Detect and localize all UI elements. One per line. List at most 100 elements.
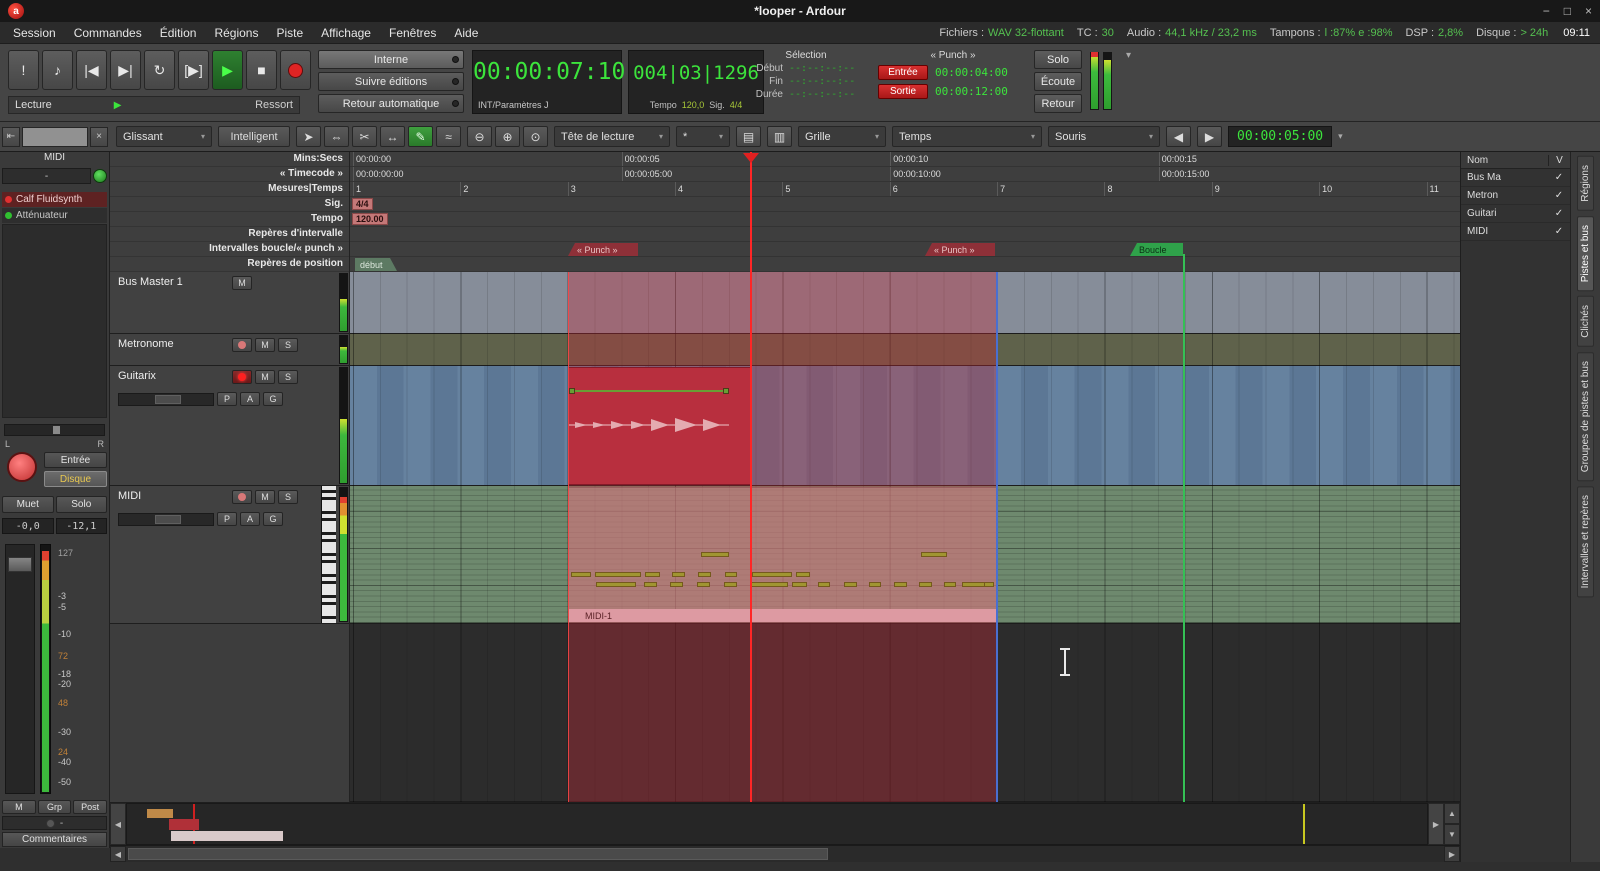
sync-source-button[interactable]: Interne bbox=[318, 50, 464, 69]
audition-button[interactable]: Écoute bbox=[1034, 72, 1082, 91]
midi-note[interactable] bbox=[792, 582, 807, 587]
hscroll-thumb[interactable] bbox=[128, 848, 828, 860]
strip-blank-button[interactable] bbox=[22, 127, 88, 147]
track-gain-slider[interactable] bbox=[118, 393, 214, 406]
group-button[interactable]: Grp bbox=[38, 800, 72, 814]
stretch-tool-button[interactable]: ↔ bbox=[380, 126, 405, 147]
minimize-button[interactable]: − bbox=[1543, 4, 1550, 18]
midi-note[interactable] bbox=[869, 582, 881, 587]
punch-in-time[interactable]: 00:00:04:00 bbox=[935, 66, 1008, 79]
ruler-location-markers[interactable]: début bbox=[350, 257, 1460, 272]
name-column-header[interactable]: Nom bbox=[1461, 155, 1548, 166]
track-s-button[interactable]: S bbox=[278, 370, 298, 384]
audio-region-guitarix[interactable] bbox=[568, 367, 751, 485]
monitor-disk-button[interactable]: Disque bbox=[44, 471, 107, 487]
nudge-backward-button[interactable]: ◀ bbox=[1166, 126, 1191, 147]
menu-session[interactable]: Session bbox=[4, 24, 65, 42]
midi-note[interactable] bbox=[984, 582, 994, 587]
midi-region[interactable]: MIDI-1 bbox=[568, 487, 997, 623]
track-s-button[interactable]: S bbox=[278, 338, 298, 352]
fader-handle[interactable] bbox=[8, 557, 32, 572]
track-m-button[interactable]: M bbox=[255, 370, 275, 384]
auto-return-button[interactable]: Retour automatique bbox=[318, 94, 464, 113]
location-marker[interactable]: début bbox=[355, 258, 397, 271]
play-button[interactable]: ▶ bbox=[212, 50, 243, 90]
summary-scroll-left-button[interactable]: ◀ bbox=[110, 803, 126, 845]
track-g-button[interactable]: G bbox=[263, 392, 283, 406]
maximize-button[interactable]: □ bbox=[1564, 4, 1571, 18]
nudge-clock[interactable]: 00:00:05:00 bbox=[1228, 126, 1332, 147]
midi-note[interactable] bbox=[818, 582, 830, 587]
strip-close-button[interactable]: × bbox=[90, 127, 108, 147]
midi-note[interactable] bbox=[921, 552, 947, 557]
zoom-focus-select[interactable]: Tête de lecture▾ bbox=[554, 126, 670, 147]
track-s-button[interactable]: S bbox=[278, 490, 298, 504]
record-arm-button[interactable] bbox=[232, 338, 252, 352]
track-p-button[interactable]: P bbox=[217, 392, 237, 406]
summary-overview[interactable] bbox=[126, 803, 1428, 845]
midi-note[interactable] bbox=[894, 582, 907, 587]
gain-fader[interactable] bbox=[5, 544, 35, 794]
ruler-range-markers[interactable] bbox=[350, 227, 1460, 242]
processor-attenuateur[interactable]: Atténuateur bbox=[2, 208, 107, 223]
range-tool-button[interactable]: ⇔ bbox=[324, 126, 349, 147]
punch-marker[interactable]: « Punch » bbox=[925, 243, 995, 256]
zoom-out-button[interactable]: ⊖ bbox=[467, 126, 492, 147]
meter-point-button[interactable]: Post bbox=[73, 800, 107, 814]
punch-out-time[interactable]: 00:00:12:00 bbox=[935, 85, 1008, 98]
ruler-loop-punch[interactable]: « Punch »« Punch »Boucle bbox=[350, 242, 1460, 257]
record-arm-button[interactable] bbox=[232, 370, 252, 384]
punch-in-button[interactable]: Entrée bbox=[878, 65, 928, 80]
editor-canvas[interactable]: 00:00:0000:00:0500:00:1000:00:15 00:00:0… bbox=[350, 152, 1460, 802]
draw-tool-button[interactable]: ✎ bbox=[408, 126, 433, 147]
menu-affichage[interactable]: Affichage bbox=[312, 24, 380, 42]
mute-button[interactable]: Muet bbox=[2, 496, 54, 513]
punch-out-button[interactable]: Sortie bbox=[878, 84, 928, 99]
record-enable-button[interactable] bbox=[7, 452, 37, 482]
midi-note[interactable] bbox=[672, 572, 685, 577]
comments-button[interactable]: Commentaires bbox=[2, 832, 107, 847]
midi-note[interactable] bbox=[844, 582, 857, 587]
scroll-up-button[interactable]: ▲ bbox=[1444, 803, 1460, 824]
processor-calf-fluidsynth[interactable]: Calf Fluidsynth bbox=[2, 192, 107, 207]
midi-note[interactable] bbox=[750, 582, 788, 587]
loop-marker[interactable]: Boucle bbox=[1130, 243, 1183, 256]
solo-button[interactable]: Solo bbox=[1034, 50, 1082, 69]
monitor-input-button[interactable]: Entrée bbox=[44, 452, 107, 468]
menu-dition[interactable]: Édition bbox=[151, 24, 206, 42]
side-tab-pistes-et-bus[interactable]: Pistes et bus bbox=[1577, 216, 1594, 291]
side-tab-groupes-de-pistes-et-bus[interactable]: Groupes de pistes et bus bbox=[1577, 352, 1594, 481]
menu-r-gions[interactable]: Régions bbox=[205, 24, 267, 42]
edit-tool-button[interactable]: ≈ bbox=[436, 126, 461, 147]
ruler-meter[interactable]: 4/4 bbox=[350, 197, 1460, 212]
side-tab-clich-s[interactable]: Clichés bbox=[1577, 296, 1594, 347]
record-arm-button[interactable] bbox=[232, 490, 252, 504]
ruler-tempo[interactable]: 120.00 bbox=[350, 212, 1460, 227]
track-a-button[interactable]: A bbox=[240, 392, 260, 406]
track-gain-slider[interactable] bbox=[118, 513, 214, 526]
zoom-in-button[interactable]: ⊕ bbox=[495, 126, 520, 147]
secondary-clock[interactable]: 004|03|1296 Tempo 120,0 Sig. 4/4 bbox=[628, 50, 764, 114]
solo-button[interactable]: Solo bbox=[56, 496, 108, 513]
snap-toggle-button[interactable]: ▤ bbox=[736, 126, 761, 147]
track-g-button[interactable]: G bbox=[263, 512, 283, 526]
transport-chevron-icon[interactable]: ▾ bbox=[1126, 50, 1131, 61]
track-header-midi[interactable]: MIDIMSPAG bbox=[110, 486, 349, 624]
metering-button[interactable]: M bbox=[2, 800, 36, 814]
stop-button[interactable]: ■ bbox=[246, 50, 277, 90]
track-m-button[interactable]: M bbox=[255, 338, 275, 352]
midi-note[interactable] bbox=[645, 572, 660, 577]
track-header-guitarix[interactable]: GuitarixMSPAG bbox=[110, 366, 349, 486]
midi-note[interactable] bbox=[724, 582, 737, 587]
midi-note[interactable] bbox=[701, 552, 729, 557]
smart-mode-button[interactable]: Intelligent bbox=[218, 126, 290, 147]
marker-select[interactable]: *▾ bbox=[676, 126, 730, 147]
hscroll-left-button[interactable]: ◀ bbox=[110, 846, 126, 862]
piano-keys[interactable] bbox=[321, 486, 336, 623]
menu-piste[interactable]: Piste bbox=[267, 24, 312, 42]
track-header-bus-master-1[interactable]: Bus Master 1M bbox=[110, 272, 349, 334]
midi-note[interactable] bbox=[919, 582, 932, 587]
pan-slider[interactable] bbox=[4, 424, 105, 436]
midi-note[interactable] bbox=[670, 582, 683, 587]
shuttle-control[interactable]: Lecture ▶ Ressort bbox=[8, 96, 300, 114]
